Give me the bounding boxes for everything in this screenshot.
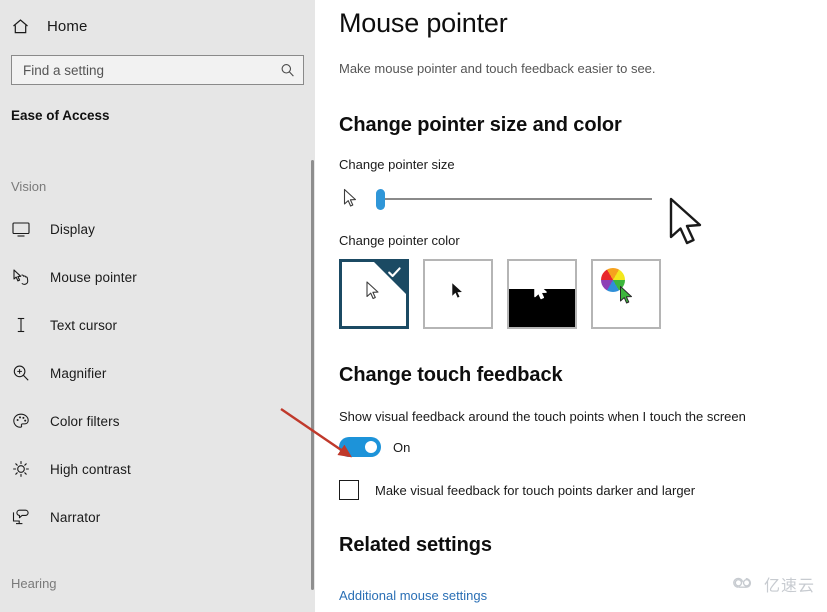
additional-mouse-settings-link[interactable]: Additional mouse settings xyxy=(339,588,487,603)
green-pointer-preview-icon xyxy=(619,285,636,312)
pointer-color-black-tile[interactable] xyxy=(423,259,493,329)
pointer-color-custom-tile[interactable] xyxy=(591,259,661,329)
pointer-color-white-tile[interactable] xyxy=(339,259,409,329)
text-cursor-icon xyxy=(11,315,31,335)
darker-larger-checkbox-label: Make visual feedback for touch points da… xyxy=(375,482,696,498)
search-icon[interactable] xyxy=(280,63,295,78)
settings-window: Home Ease of Access Vision xyxy=(0,0,827,612)
magnifier-icon xyxy=(11,363,31,383)
section-heading-touch: Change touch feedback xyxy=(339,364,563,386)
sidebar-item-home[interactable]: Home xyxy=(0,9,315,43)
sidebar-item-label: Color filters xyxy=(50,413,120,429)
sidebar-item-high-contrast[interactable]: High contrast xyxy=(0,445,315,493)
page-title: Mouse pointer xyxy=(339,8,508,38)
watermark: 亿速云 xyxy=(732,572,815,596)
sidebar-item-label: Display xyxy=(50,221,95,237)
slider-thumb[interactable] xyxy=(376,189,385,210)
search-box[interactable] xyxy=(11,55,304,85)
search-input[interactable] xyxy=(12,56,303,84)
hand-pointer-icon xyxy=(11,267,31,287)
home-label: Home xyxy=(47,17,88,35)
sidebar: Home Ease of Access Vision xyxy=(0,0,315,612)
sidebar-nav-vision: Display Mouse pointer Text cursor Magnif… xyxy=(0,205,315,541)
monitor-icon xyxy=(11,219,31,239)
touch-feedback-toggle-row: On xyxy=(339,437,827,457)
sidebar-item-text-cursor[interactable]: Text cursor xyxy=(0,301,315,349)
darker-larger-checkbox[interactable] xyxy=(339,480,359,500)
sidebar-item-mouse-pointer[interactable]: Mouse pointer xyxy=(0,253,315,301)
slider-track[interactable] xyxy=(377,198,652,200)
black-pointer-preview-icon xyxy=(451,282,465,306)
sidebar-item-display[interactable]: Display xyxy=(0,205,315,253)
section-heading-related: Related settings xyxy=(339,534,492,556)
main-content: Mouse pointer Make mouse pointer and tou… xyxy=(315,0,827,612)
page-subtitle: Make mouse pointer and touch feedback ea… xyxy=(339,61,656,76)
category-title: Ease of Access xyxy=(11,108,110,123)
large-cursor-preview-icon xyxy=(668,197,710,256)
sidebar-group-vision: Vision xyxy=(11,179,47,194)
check-icon xyxy=(387,265,402,280)
sidebar-item-label: Mouse pointer xyxy=(50,269,137,285)
pointer-color-label: Change pointer color xyxy=(339,233,460,248)
touch-feedback-toggle[interactable] xyxy=(339,437,381,457)
sidebar-item-magnifier[interactable]: Magnifier xyxy=(0,349,315,397)
sidebar-scrollbar[interactable] xyxy=(311,160,314,590)
toggle-state-label: On xyxy=(393,439,411,455)
section-heading-pointer: Change pointer size and color xyxy=(339,114,622,136)
brightness-icon xyxy=(11,459,31,479)
pointer-color-inverted-tile[interactable] xyxy=(507,259,577,329)
sidebar-group-hearing: Hearing xyxy=(11,576,57,591)
pointer-size-slider[interactable] xyxy=(339,185,702,245)
toggle-knob xyxy=(365,441,377,453)
small-cursor-icon xyxy=(343,188,360,215)
sidebar-item-label: Text cursor xyxy=(50,317,118,333)
cloud-icon xyxy=(732,574,758,595)
sidebar-item-narrator[interactable]: Narrator xyxy=(0,493,315,541)
narrator-icon xyxy=(11,507,31,527)
white-pointer-preview-icon xyxy=(366,281,383,308)
pointer-color-options xyxy=(339,259,827,329)
palette-icon xyxy=(11,411,31,431)
touch-feedback-description: Show visual feedback around the touch po… xyxy=(339,409,746,424)
pointer-size-label: Change pointer size xyxy=(339,157,455,172)
inverted-pointer-preview-icon xyxy=(534,281,551,308)
darker-larger-checkbox-row[interactable]: Make visual feedback for touch points da… xyxy=(339,480,827,500)
sidebar-item-label: High contrast xyxy=(50,461,131,477)
sidebar-item-label: Narrator xyxy=(50,509,101,525)
sidebar-item-label: Magnifier xyxy=(50,365,107,381)
sidebar-item-color-filters[interactable]: Color filters xyxy=(0,397,315,445)
home-icon xyxy=(11,17,30,36)
watermark-text: 亿速云 xyxy=(763,578,815,595)
